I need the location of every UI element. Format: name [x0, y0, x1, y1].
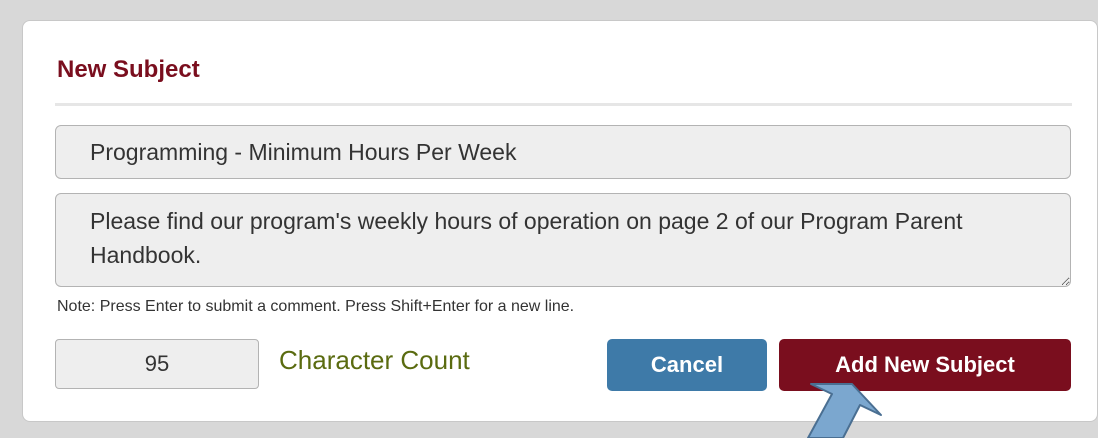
new-subject-dialog: New Subject Please find our program's we…	[22, 20, 1098, 422]
character-count-label: Character Count	[279, 345, 470, 375]
enter-note: Note: Press Enter to submit a comment. P…	[57, 298, 575, 315]
title-divider	[55, 103, 1072, 106]
comment-textarea[interactable]: Please find our program's weekly hours o…	[55, 193, 1071, 287]
add-new-subject-button[interactable]: Add New Subject	[779, 339, 1071, 391]
dialog-title: New Subject	[57, 56, 200, 83]
subject-input[interactable]	[55, 125, 1071, 179]
cancel-button[interactable]: Cancel	[607, 339, 767, 391]
character-count-field	[55, 339, 259, 389]
